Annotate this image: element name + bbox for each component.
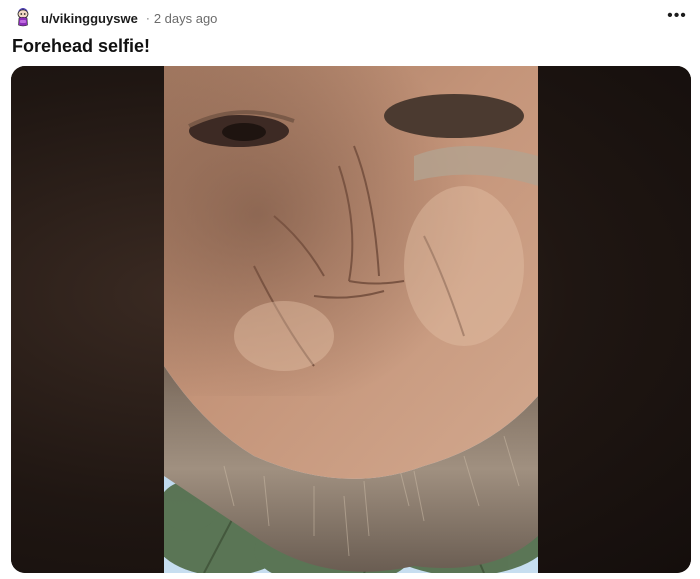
post-image	[164, 66, 538, 573]
photo-icon	[164, 66, 538, 573]
more-options-button[interactable]: •••	[666, 7, 688, 25]
user-avatar[interactable]	[12, 7, 34, 29]
meta-separator: ·	[145, 11, 150, 25]
post-media[interactable]	[11, 66, 691, 573]
post-timestamp: 2 days ago	[153, 10, 218, 26]
post-card: u/vikingguyswe · 2 days ago ••• Forehead…	[0, 0, 700, 579]
avatar-icon	[17, 8, 29, 27]
username-link[interactable]: u/vikingguyswe	[41, 11, 138, 26]
post-title[interactable]: Forehead selfie!	[12, 36, 150, 57]
post-header: u/vikingguyswe · 2 days ago	[12, 6, 217, 30]
